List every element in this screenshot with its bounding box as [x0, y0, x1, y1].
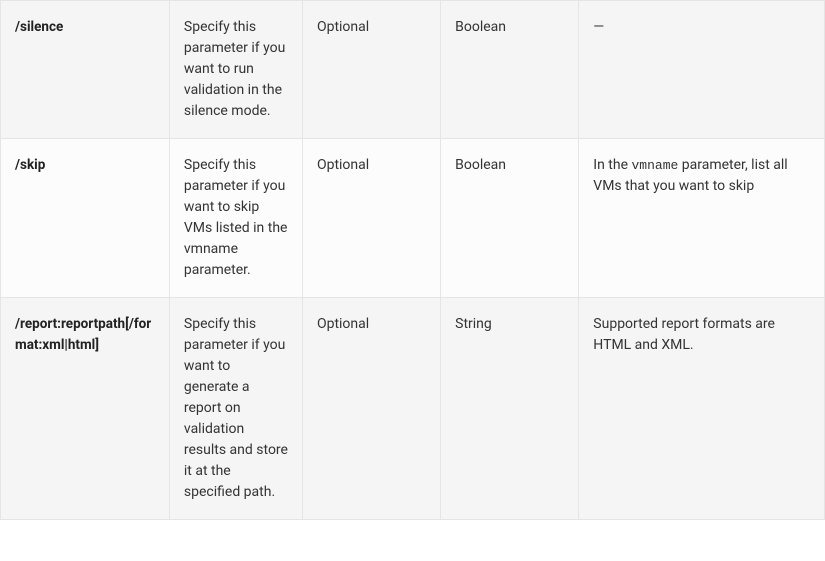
- required-cell: Optional: [302, 298, 440, 520]
- info-text-prefix: In the: [593, 157, 631, 173]
- param-name: /silence: [15, 19, 63, 35]
- info-text-prefix: Supported report formats are HTML and XM…: [593, 316, 775, 353]
- required-cell: Optional: [302, 139, 440, 298]
- table-row: /skip Specify this parameter if you want…: [1, 139, 825, 298]
- info-code: vmname: [632, 158, 679, 173]
- description-cell: Specify this parameter if you want to sk…: [169, 139, 302, 298]
- required-cell: Optional: [302, 1, 440, 139]
- description-cell: Specify this parameter if you want to ru…: [169, 1, 302, 139]
- param-cell: /report:reportpath[/format:xml|html]: [1, 298, 170, 520]
- description-cell: Specify this parameter if you want to ge…: [169, 298, 302, 520]
- type-cell: String: [441, 298, 579, 520]
- param-cell: /skip: [1, 139, 170, 298]
- table-row: /report:reportpath[/format:xml|html] Spe…: [1, 298, 825, 520]
- table-row: /silence Specify this parameter if you w…: [1, 1, 825, 139]
- parameters-table: /silence Specify this parameter if you w…: [0, 0, 825, 520]
- type-cell: Boolean: [441, 139, 579, 298]
- info-cell: Supported report formats are HTML and XM…: [579, 298, 825, 520]
- info-text-prefix: —: [593, 19, 604, 35]
- type-cell: Boolean: [441, 1, 579, 139]
- info-cell: —: [579, 1, 825, 139]
- param-name: /report:reportpath[/format:xml|html]: [15, 316, 151, 353]
- info-cell: In the vmname parameter, list all VMs th…: [579, 139, 825, 298]
- param-name: /skip: [15, 157, 45, 173]
- param-cell: /silence: [1, 1, 170, 139]
